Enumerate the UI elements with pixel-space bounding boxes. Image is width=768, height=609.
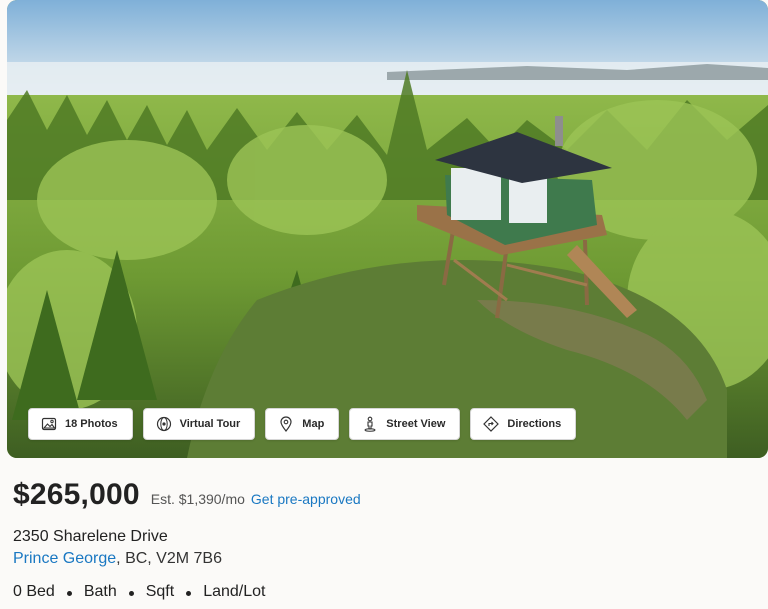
photo-action-bar: 18 Photos Virtual Tour Map Street View D… bbox=[28, 408, 577, 440]
property-photo bbox=[7, 0, 768, 458]
square-feet: Sqft bbox=[145, 583, 175, 600]
map-pin-icon bbox=[278, 416, 294, 432]
street-view-button[interactable]: Street View bbox=[349, 408, 461, 440]
virtual-tour-button-label: Virtual Tour bbox=[179, 418, 241, 430]
listing-facts: 0 Bed Bath Sqft Land/Lot bbox=[13, 583, 265, 601]
bed-count: 0 Bed bbox=[13, 583, 55, 600]
city-link[interactable]: Prince George bbox=[13, 550, 116, 567]
monthly-estimate: Est. $1,390/mo bbox=[150, 491, 245, 507]
photos-button[interactable]: 18 Photos bbox=[28, 408, 133, 440]
directions-button[interactable]: Directions bbox=[470, 408, 577, 440]
street-view-icon bbox=[362, 416, 378, 432]
separator-dot bbox=[128, 590, 134, 596]
bath-count: Bath bbox=[83, 583, 117, 600]
city-region-line: Prince George, BC, V2M 7B6 bbox=[13, 550, 222, 568]
photo-icon bbox=[41, 416, 57, 432]
listing-price: $265,000 bbox=[13, 478, 140, 511]
separator-dot bbox=[186, 590, 192, 596]
virtual-tour-icon bbox=[156, 416, 172, 432]
virtual-tour-button[interactable]: Virtual Tour bbox=[142, 408, 256, 440]
directions-icon bbox=[483, 416, 500, 432]
street-address: 2350 Sharelene Drive bbox=[13, 528, 168, 545]
separator-dot bbox=[66, 590, 72, 596]
get-pre-approved-link[interactable]: Get pre-approved bbox=[251, 491, 361, 507]
listing-hero-photo[interactable]: 18 Photos Virtual Tour Map Street View D… bbox=[7, 0, 768, 458]
map-button-label: Map bbox=[302, 418, 325, 430]
street-view-button-label: Street View bbox=[386, 418, 446, 430]
price-row: $265,000 Est. $1,390/mo Get pre-approved bbox=[13, 478, 361, 512]
region-postal: , BC, V2M 7B6 bbox=[116, 550, 222, 567]
map-button[interactable]: Map bbox=[265, 408, 340, 440]
property-type: Land/Lot bbox=[203, 583, 266, 600]
directions-button-label: Directions bbox=[507, 418, 562, 430]
photos-button-label: 18 Photos bbox=[65, 418, 118, 430]
